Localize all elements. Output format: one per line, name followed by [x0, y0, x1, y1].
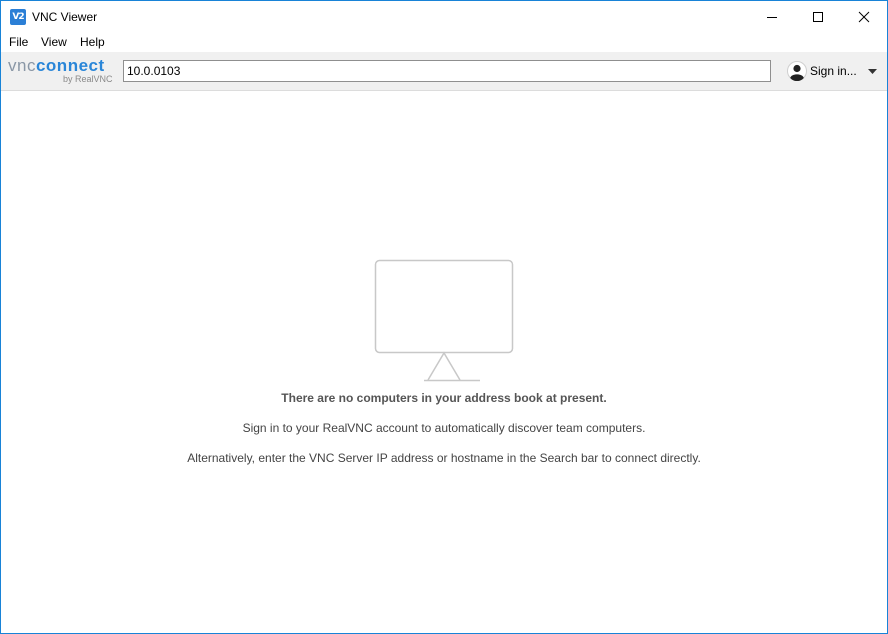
empty-state-search-hint: Alternatively, enter the VNC Server IP a…: [187, 451, 701, 465]
sign-in-label: Sign in...: [810, 64, 857, 78]
chevron-down-icon: [868, 69, 877, 74]
menu-file[interactable]: File: [9, 35, 28, 49]
close-button[interactable]: [841, 1, 887, 32]
window-title: VNC Viewer: [32, 10, 98, 24]
minimize-icon: [767, 17, 777, 18]
empty-state-title: There are no computers in your address b…: [281, 391, 607, 405]
maximize-button[interactable]: [795, 1, 841, 32]
logo-subtitle: by RealVNC: [63, 74, 113, 84]
address-book-area: There are no computers in your address b…: [1, 91, 887, 633]
maximize-icon: [813, 12, 823, 22]
vnc-app-icon: V2: [10, 9, 26, 25]
logo-connect-text: connect: [35, 56, 105, 75]
empty-state-signin-hint: Sign in to your RealVNC account to autom…: [242, 421, 646, 435]
logo-vnc-text: vnc: [8, 56, 36, 75]
vnc-connect-logo: vncconnect by RealVNC: [7, 56, 117, 86]
menu-view[interactable]: View: [41, 35, 67, 49]
user-avatar-icon: [787, 61, 807, 81]
menu-help[interactable]: Help: [80, 35, 105, 49]
title-bar[interactable]: V2 VNC Viewer: [1, 1, 887, 32]
vnc-viewer-window: V2 VNC Viewer File View Help vncconnect …: [0, 0, 888, 634]
close-icon: [858, 11, 870, 23]
toolbar: vncconnect by RealVNC Sign in...: [1, 52, 887, 91]
menu-bar: File View Help: [1, 32, 887, 52]
minimize-button[interactable]: [749, 1, 795, 32]
monitor-icon: [374, 259, 514, 382]
search-address-input[interactable]: [123, 60, 771, 82]
sign-in-button[interactable]: Sign in...: [785, 60, 881, 82]
